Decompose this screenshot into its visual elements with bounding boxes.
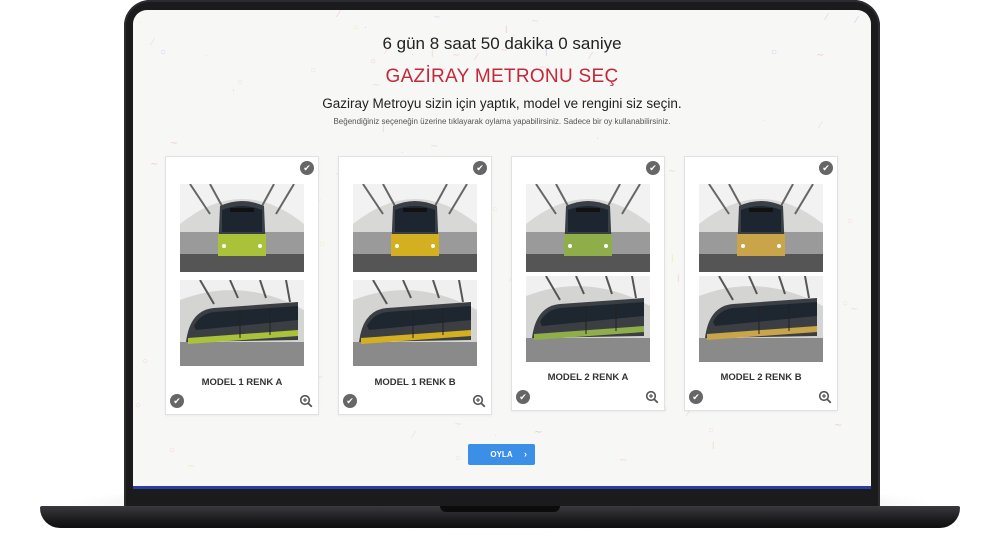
option-label: MODEL 1 RENK B: [374, 377, 456, 388]
vote-button-label: OYLA: [490, 450, 513, 459]
option-card-2[interactable]: ✔ MODEL 1 RENK B ✔: [338, 156, 492, 415]
screen-edge: [133, 486, 871, 489]
confetti-piece: ∼: [150, 159, 159, 170]
confetti-piece: ∙: [138, 17, 141, 28]
check-circle-icon[interactable]: ✔: [343, 394, 357, 408]
option-label: MODEL 2 RENK A: [547, 372, 629, 383]
confetti-piece: ∕: [826, 12, 828, 23]
confetti-piece: ǀ: [712, 441, 715, 452]
option-label: MODEL 1 RENK A: [201, 377, 283, 388]
train-side-image: [180, 280, 304, 366]
confetti-piece: ○: [135, 400, 142, 411]
confetti-piece: ∙: [494, 430, 497, 441]
check-circle-icon[interactable]: ✔: [473, 161, 487, 175]
confetti-piece: ∼: [187, 461, 196, 472]
train-side-image: [699, 276, 823, 362]
confetti-piece: ∼: [619, 455, 628, 466]
confetti-piece: ∼: [454, 419, 463, 430]
option-card-4[interactable]: ✔ MODEL 2 RENK B ✔: [684, 156, 838, 411]
zoom-in-icon[interactable]: [645, 390, 659, 404]
check-circle-icon[interactable]: ✔: [516, 390, 530, 404]
confetti-piece: ǀ: [677, 274, 680, 285]
confetti-piece: ○: [353, 22, 360, 33]
confetti-piece: ∕: [338, 10, 340, 20]
train-front-image: [699, 184, 823, 272]
confetti-piece: ∕: [413, 430, 415, 441]
train-front-image: [180, 184, 304, 272]
confetti-piece: ǀ: [671, 254, 674, 265]
page-title: GAZİRAY METRONU SEÇ: [385, 66, 619, 87]
train-side-image: [526, 276, 650, 362]
page-subtitle: Gaziray Metroyu sizin için yaptık, model…: [322, 96, 682, 111]
confetti-piece: ∼: [170, 138, 179, 149]
option-card-3[interactable]: ✔ MODEL 2 RENK A ✔: [511, 156, 665, 411]
confetti-piece: ∼: [668, 166, 677, 177]
confetti-piece: ∕: [856, 15, 858, 26]
check-circle-icon[interactable]: ✔: [300, 161, 314, 175]
confetti-piece: ∙: [596, 133, 599, 144]
countdown-timer: 6 gün 8 saat 50 dakika 0 saniye: [382, 34, 622, 53]
chevron-right-icon: ›: [524, 449, 527, 459]
option-label: MODEL 2 RENK B: [720, 372, 802, 383]
vote-button[interactable]: OYLA ›: [468, 444, 535, 465]
confetti-piece: ○: [492, 204, 499, 215]
check-circle-icon[interactable]: ✔: [689, 390, 703, 404]
confetti-piece: ∙: [364, 22, 367, 33]
confetti-piece: ∼: [531, 16, 540, 27]
check-circle-icon[interactable]: ✔: [646, 161, 660, 175]
confetti-piece: ǀ: [382, 124, 385, 135]
zoom-in-icon[interactable]: [472, 394, 486, 408]
confetti-piece: ∼: [433, 12, 442, 23]
confetti-piece: ○: [319, 239, 326, 250]
confetti-piece: ∼: [534, 427, 543, 438]
confetti-piece: ○: [169, 445, 176, 456]
check-circle-icon[interactable]: ✔: [170, 394, 184, 408]
train-front-image: [526, 184, 650, 272]
zoom-in-icon[interactable]: [818, 390, 832, 404]
laptop-notch: [440, 506, 560, 512]
confetti-piece: ○: [847, 216, 854, 227]
voting-hint: Beğendiğiniz seçeneğin üzerine tıklayara…: [333, 117, 671, 126]
confetti-piece: ○: [455, 453, 462, 464]
zoom-in-icon[interactable]: [299, 394, 313, 408]
confetti-piece: ∼: [430, 141, 439, 152]
confetti-piece: ∼: [850, 304, 859, 315]
train-front-image: [353, 184, 477, 272]
option-card-1[interactable]: ✔ MODEL 1 RENK A ✔: [165, 156, 319, 415]
train-side-image: [353, 280, 477, 366]
confetti-piece: ○: [708, 425, 715, 436]
check-circle-icon[interactable]: ✔: [819, 161, 833, 175]
confetti-piece: ∕: [476, 52, 478, 63]
screen: ∼∼∼∙∙○○∼○∼∕∕∙○○ǀ∼∕∕ǀ∼∕∕∼∼○○∙○∼∼○∙∙∼∼∙○○∼…: [133, 10, 871, 488]
confetti-piece: ∼: [834, 420, 843, 431]
confetti-piece: ○: [142, 356, 149, 367]
confetti-piece: ○: [842, 298, 849, 309]
